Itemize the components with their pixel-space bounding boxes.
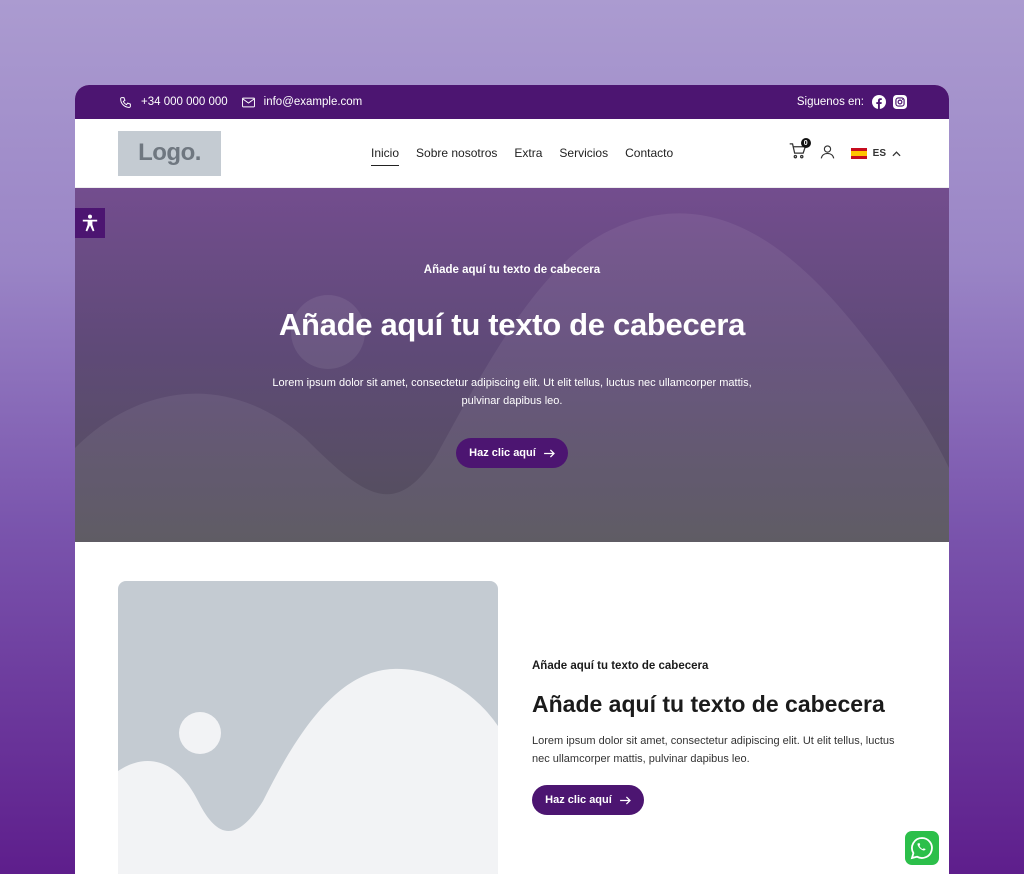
follow-label: Siguenos en: — [796, 96, 864, 108]
logo[interactable]: Logo. — [118, 130, 221, 176]
image-placeholder-icon — [118, 668, 498, 874]
hero-heading: Añade aquí tu texto de cabecera — [278, 307, 746, 342]
phone-icon — [120, 96, 131, 108]
menu-item-contacto[interactable]: Contacto — [625, 146, 673, 166]
cart-count-badge: 0 — [800, 138, 811, 148]
arrow-right-icon — [619, 795, 631, 805]
feature-paragraph: Lorem ipsum dolor sit amet, consectetur … — [532, 735, 895, 765]
feature-heading: Añade aquí tu texto de cabecera — [532, 691, 885, 717]
hero-section: Añade aquí tu texto de cabecera Añade aq… — [75, 188, 949, 542]
hero-cta-button[interactable]: Haz clic aquí — [456, 438, 568, 468]
whatsapp-button[interactable] — [905, 831, 939, 865]
menu-item-extra[interactable]: Extra — [514, 146, 542, 166]
phone-number: +34 000 000 000 — [141, 96, 228, 108]
feature-subheading: Añade aquí tu texto de cabecera — [532, 660, 709, 672]
spain-flag-icon — [850, 148, 867, 159]
top-bar: +34 000 000 000 info@example.com Sigueno… — [75, 85, 949, 119]
user-icon — [820, 144, 834, 159]
feature-text-block: Añade aquí tu texto de cabecera Añade aq… — [532, 660, 902, 815]
feature-section: Añade aquí tu texto de cabecera Añade aq… — [75, 542, 949, 874]
phone-link[interactable]: +34 000 000 000 — [119, 96, 228, 109]
chevron-up-icon — [892, 150, 901, 156]
arrow-right-icon — [543, 448, 555, 458]
account-button[interactable] — [820, 144, 835, 164]
hero-background-illustration — [75, 213, 949, 542]
menu-item-inicio[interactable]: Inicio — [371, 146, 400, 166]
image-placeholder — [118, 581, 498, 874]
email-address: info@example.com — [263, 96, 363, 108]
language-code: ES — [872, 148, 886, 159]
feature-cta-label: Haz clic aquí — [545, 794, 612, 806]
hero-paragraph: Lorem ipsum dolor sit amet, consectetur … — [272, 377, 752, 407]
accessibility-button[interactable] — [75, 208, 105, 238]
facebook-icon[interactable] — [872, 95, 886, 109]
language-selector[interactable]: ES — [850, 148, 901, 159]
accessibility-icon — [82, 214, 98, 232]
cart-button[interactable]: 0 — [789, 138, 811, 164]
mail-icon — [241, 97, 255, 107]
email-link[interactable]: info@example.com — [241, 96, 363, 108]
whatsapp-icon — [910, 837, 933, 860]
hero-subheading: Añade aquí tu texto de cabecera — [423, 264, 601, 276]
feature-cta-button[interactable]: Haz clic aquí — [532, 785, 644, 815]
instagram-icon[interactable] — [893, 95, 907, 109]
website-frame: +34 000 000 000 info@example.com Sigueno… — [75, 85, 949, 874]
hero-cta-label: Haz clic aquí — [469, 447, 536, 459]
main-navigation: Logo. Inicio Sobre nosotros Extra Servic… — [75, 119, 949, 188]
menu-item-servicios[interactable]: Servicios — [559, 146, 608, 166]
menu-item-sobre-nosotros[interactable]: Sobre nosotros — [416, 146, 497, 166]
main-menu: Inicio Sobre nosotros Extra Servicios Co… — [371, 146, 673, 166]
logo-text: Logo. — [138, 139, 201, 166]
